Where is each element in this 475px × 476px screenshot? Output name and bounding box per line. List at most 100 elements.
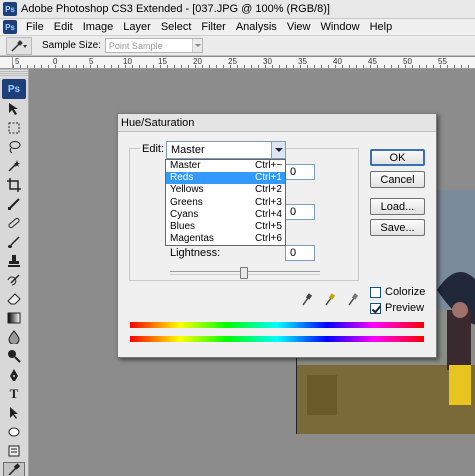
- save-button[interactable]: Save...: [370, 219, 425, 236]
- ruler-label: 15: [158, 57, 167, 66]
- chevron-down-icon: [191, 39, 202, 52]
- dodge-tool-icon[interactable]: [3, 348, 25, 364]
- colorize-label: Colorize: [385, 286, 426, 298]
- dropdown-item-greens[interactable]: Greens Ctrl+3: [166, 197, 285, 209]
- eyedropper-tool-preset-button[interactable]: [6, 36, 32, 55]
- toolbox-grip[interactable]: [0, 69, 28, 77]
- eraser-tool-icon[interactable]: [3, 291, 25, 307]
- sample-size-value: Point Sample: [108, 40, 163, 51]
- ruler-label: 25: [228, 57, 237, 66]
- menu-edit[interactable]: Edit: [49, 21, 78, 33]
- lightness-slider-thumb[interactable]: [240, 267, 248, 279]
- edit-channel-select[interactable]: Master: [166, 141, 286, 159]
- dropdown-item-yellows[interactable]: Yellows Ctrl+2: [166, 184, 285, 196]
- photoshop-menu-logo-icon[interactable]: Ps: [3, 20, 17, 34]
- dropdown-item-shortcut: Ctrl+5: [255, 220, 282, 232]
- window-titlebar: Ps Adobe Photoshop CS3 Extended - [037.J…: [0, 0, 475, 19]
- preview-checkbox-row[interactable]: Preview: [370, 302, 424, 314]
- preview-checkbox[interactable]: [370, 302, 381, 314]
- brush-tool-icon[interactable]: [3, 234, 25, 250]
- horizontal-ruler: 5 0 5 10 15 20 25 30 35 40 45 50 55: [13, 57, 475, 69]
- lightness-value-field[interactable]: 0: [285, 245, 315, 261]
- photoshop-badge-icon: Ps: [2, 79, 26, 99]
- menu-select[interactable]: Select: [156, 21, 197, 33]
- colorize-checkbox-row[interactable]: Colorize: [370, 286, 425, 298]
- colorize-checkbox[interactable]: [370, 286, 381, 298]
- healing-brush-tool-icon[interactable]: [3, 215, 25, 231]
- ruler-label: 40: [333, 57, 342, 66]
- chevron-down-icon[interactable]: [271, 142, 285, 158]
- dropdown-item-label: Blues: [170, 220, 196, 232]
- hue-value-field[interactable]: 0: [285, 164, 315, 180]
- dropdown-item-label: Cyans: [170, 208, 199, 220]
- menu-filter[interactable]: Filter: [196, 21, 230, 33]
- sample-size-select[interactable]: Point Sample: [104, 38, 203, 53]
- menu-window[interactable]: Window: [315, 21, 364, 33]
- menu-image[interactable]: Image: [78, 21, 119, 33]
- history-brush-tool-icon[interactable]: [3, 272, 25, 288]
- slice-tool-icon[interactable]: [3, 196, 25, 212]
- dropdown-item-label: Magentas: [170, 233, 214, 245]
- crop-tool-icon[interactable]: [3, 177, 25, 193]
- eyedropper-plus-icon[interactable]: [323, 292, 337, 308]
- menu-help[interactable]: Help: [365, 21, 398, 33]
- lasso-tool-icon[interactable]: [3, 139, 25, 155]
- cancel-button[interactable]: Cancel: [370, 171, 425, 188]
- type-tool-icon[interactable]: T: [3, 386, 25, 402]
- dropdown-item-shortcut: Ctrl+6: [255, 233, 282, 245]
- dropdown-item-shortcut: Ctrl+4: [255, 208, 282, 220]
- ruler-label: 0: [53, 57, 58, 66]
- eyedropper-minus-icon[interactable]: [346, 292, 360, 308]
- blur-tool-icon[interactable]: [3, 329, 25, 345]
- dropdown-item-shortcut: Ctrl+3: [255, 196, 282, 208]
- dialog-title: Hue/Saturation: [118, 114, 436, 132]
- menu-view[interactable]: View: [282, 21, 316, 33]
- marquee-tool-icon[interactable]: [3, 120, 25, 136]
- dropdown-item-reds[interactable]: Reds Ctrl+1: [166, 172, 285, 185]
- ruler-label: 30: [263, 57, 272, 66]
- ruler-label: 55: [438, 57, 447, 66]
- dropdown-item-shortcut: Ctrl+~: [255, 160, 283, 171]
- ruler-label: 10: [123, 57, 132, 66]
- path-selection-tool-icon[interactable]: [3, 405, 25, 421]
- eyedropper-icon: [11, 39, 27, 52]
- notes-tool-icon[interactable]: [3, 443, 25, 459]
- menu-bar: Ps File Edit Image Layer Select Filter A…: [0, 19, 475, 36]
- ok-button[interactable]: OK: [370, 149, 425, 166]
- eyedropper-tool-icon[interactable]: [3, 462, 25, 476]
- edit-channel-value: Master: [171, 144, 205, 156]
- gradient-tool-icon[interactable]: [3, 310, 25, 326]
- dropdown-item-blues[interactable]: Blues Ctrl+5: [166, 221, 285, 233]
- magic-wand-tool-icon[interactable]: [3, 158, 25, 174]
- pen-tool-icon[interactable]: [3, 367, 25, 383]
- eyedropper-icon[interactable]: [300, 292, 314, 308]
- clone-stamp-tool-icon[interactable]: [3, 253, 25, 269]
- output-color-bar: [130, 336, 424, 342]
- load-button[interactable]: Load...: [370, 198, 425, 215]
- edit-channel-dropdown: Master Ctrl+~ Reds Ctrl+1 Yellows Ctrl+2…: [165, 159, 286, 246]
- ruler-label: 5: [89, 57, 94, 66]
- preview-label: Preview: [385, 302, 425, 314]
- dropdown-item-label: Yellows: [170, 184, 204, 196]
- lightness-label: Lightness:: [170, 247, 221, 259]
- dropdown-item-magentas[interactable]: Magentas Ctrl+6: [166, 233, 285, 245]
- dropdown-item-shortcut: Ctrl+2: [255, 184, 282, 196]
- input-color-bar: [130, 322, 424, 328]
- ruler-label: 50: [403, 57, 412, 66]
- menu-analysis[interactable]: Analysis: [231, 21, 282, 33]
- move-tool-icon[interactable]: [3, 101, 25, 117]
- dropdown-item-shortcut: Ctrl+1: [255, 172, 282, 184]
- dropdown-item-cyans[interactable]: Cyans Ctrl+4: [166, 209, 285, 221]
- dropdown-item-master[interactable]: Master Ctrl+~: [166, 160, 285, 172]
- ruler-label: 20: [193, 57, 202, 66]
- ruler-label: 5: [15, 57, 20, 66]
- window-title: Adobe Photoshop CS3 Extended - [037.JPG …: [21, 3, 330, 15]
- dropdown-item-label: Reds: [170, 172, 194, 184]
- shape-tool-icon[interactable]: [3, 424, 25, 440]
- menu-layer[interactable]: Layer: [118, 21, 156, 33]
- saturation-value-field[interactable]: 0: [285, 204, 315, 220]
- ruler-label: 35: [298, 57, 307, 66]
- options-bar: Sample Size: Point Sample: [0, 36, 475, 56]
- ruler-label: 45: [368, 57, 377, 66]
- menu-file[interactable]: File: [21, 21, 49, 33]
